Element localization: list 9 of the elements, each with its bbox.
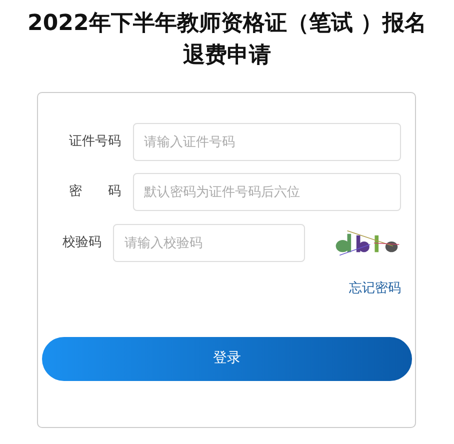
- page-title: 2022年下半年教师资格证（笔试 ）报名退费申请: [26, 10, 428, 70]
- field-label: 密 码: [68, 183, 122, 202]
- input-field[interactable]: 请输入证件号码: [133, 123, 401, 161]
- field-label: 校验码: [61, 234, 102, 252]
- login-button[interactable]: 登录: [42, 336, 412, 380]
- forgot-password-link[interactable]: 忘记密码: [349, 279, 401, 298]
- input-field[interactable]: 默认密码为证件号码后六位: [133, 173, 401, 211]
- input-field[interactable]: 请输入校验码: [113, 224, 306, 262]
- field-label: 证件号码: [68, 133, 122, 152]
